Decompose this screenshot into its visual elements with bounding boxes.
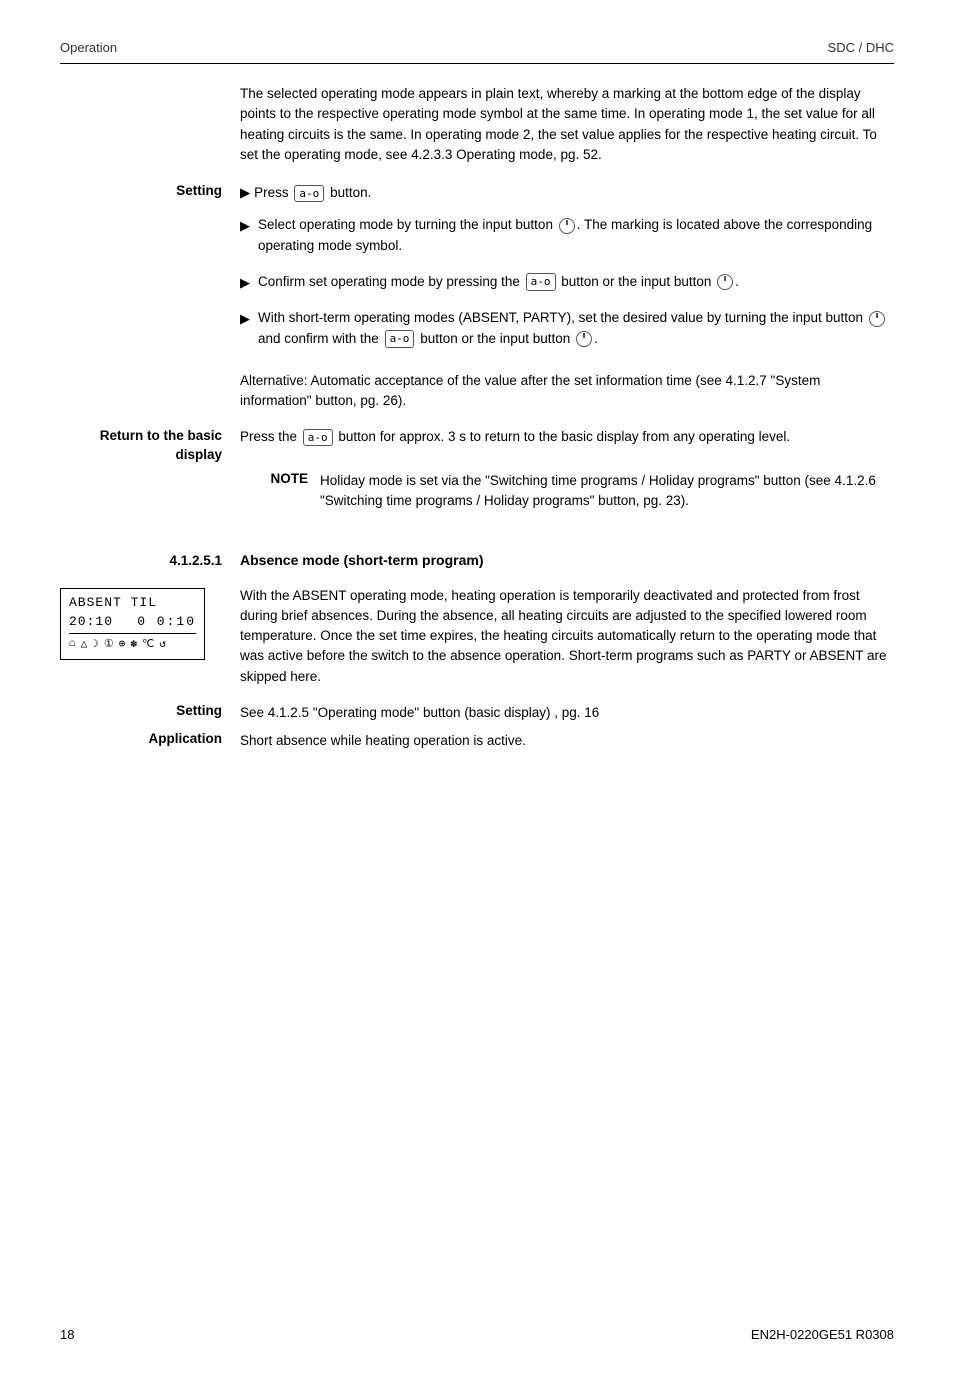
lcd-underline	[69, 633, 196, 634]
lcd-box-container: ABSENT TIL 20:10 0 0:10 ⌂ △ ☽ ① ⊕ ✽ ℃	[60, 586, 240, 660]
knob-icon-2	[717, 274, 733, 290]
btn-icon-3: a-o	[385, 330, 415, 347]
bullet-item-2: ▶ Confirm set operating mode by pressing…	[240, 272, 894, 293]
lcd-icon-celsius: ℃	[142, 637, 157, 651]
application-label: Application	[60, 731, 240, 751]
lcd-icon-holiday: ⊕	[119, 637, 129, 651]
doc-number: EN2H-0220GE51 R0308	[751, 1327, 894, 1342]
lcd-display: ABSENT TIL 20:10 0 0:10 ⌂ △ ☽ ① ⊕ ✽ ℃	[60, 588, 205, 660]
lcd-icon-person: △	[81, 637, 91, 651]
lcd-icon-star: ✽	[130, 637, 140, 651]
header: Operation SDC / DHC	[60, 40, 894, 55]
setting-press-row: Setting ▶ Press a-o button.	[60, 183, 894, 203]
lcd-icon-house: ⌂	[69, 638, 79, 650]
header-sdc: SDC / DHC	[828, 40, 894, 55]
header-divider	[60, 63, 894, 64]
setting-press-content: ▶ Press a-o button.	[240, 183, 894, 203]
return-label-line2: display	[60, 446, 222, 465]
bullet-row-1: ▶ Select operating mode by turning the i…	[60, 215, 894, 266]
bullet-text-1: Select operating mode by turning the inp…	[258, 215, 894, 256]
intro-paragraph: The selected operating mode appears in p…	[240, 84, 894, 165]
page: Operation SDC / DHC The selected operati…	[0, 0, 954, 1382]
lcd-time-right: 0 0:10	[137, 614, 196, 629]
footer: 18 EN2H-0220GE51 R0308	[60, 1327, 894, 1342]
absence-description: With the ABSENT operating mode, heating …	[240, 586, 894, 687]
bullet-row-2: ▶ Confirm set operating mode by pressing…	[60, 272, 894, 303]
lcd-icon-sun: ①	[104, 637, 117, 651]
content: The selected operating mode appears in p…	[60, 84, 894, 759]
bullet-content-2: ▶ Confirm set operating mode by pressing…	[240, 272, 894, 303]
note-label: NOTE	[240, 471, 320, 512]
return-content: Press the a-o button for approx. 3 s to …	[240, 427, 894, 465]
btn-label: button.	[330, 185, 371, 200]
section-number: 4.1.2.5.1	[60, 553, 240, 568]
bullet-label-1	[60, 215, 240, 266]
bullet-item-1: ▶ Select operating mode by turning the i…	[240, 215, 894, 256]
bullet-content-3: ▶ With short-term operating modes (ABSEN…	[240, 308, 894, 359]
section-header: 4.1.2.5.1 Absence mode (short-term progr…	[60, 552, 894, 568]
lcd-icon-party: ↺	[159, 637, 169, 651]
return-label-line1: Return to the basic	[60, 427, 222, 446]
bullet-text-3: With short-term operating modes (ABSENT,…	[258, 308, 894, 349]
press-text: Press	[254, 185, 289, 200]
bullet-row-3: ▶ With short-term operating modes (ABSEN…	[60, 308, 894, 359]
btn-icon-1: a-o	[294, 185, 324, 202]
application-row: Application Short absence while heating …	[60, 731, 894, 751]
note-content: Holiday mode is set via the "Switching t…	[320, 471, 894, 512]
setting2-label: Setting	[60, 703, 240, 723]
application-content: Short absence while heating operation is…	[240, 731, 894, 751]
setting2-row: Setting See 4.1.2.5 "Operating mode" but…	[60, 703, 894, 723]
knob-icon-1	[559, 218, 575, 234]
lcd-row1: ABSENT TIL	[69, 595, 196, 610]
bullet-arrow-3: ▶	[240, 309, 250, 329]
bullet-text-2: Confirm set operating mode by pressing t…	[258, 272, 739, 292]
btn-icon-return: a-o	[303, 429, 333, 446]
page-number: 18	[60, 1327, 74, 1342]
lcd-and-text: ABSENT TIL 20:10 0 0:10 ⌂ △ ☽ ① ⊕ ✽ ℃	[60, 586, 894, 687]
knob-icon-3	[869, 311, 885, 327]
return-row: Return to the basic display Press the a-…	[60, 427, 894, 465]
header-operation: Operation	[60, 40, 117, 55]
setting2-content: See 4.1.2.5 "Operating mode" button (bas…	[240, 703, 894, 723]
lcd-icon-moon: ☽	[92, 637, 102, 651]
lcd-time-left: 20:10	[69, 614, 113, 629]
lcd-row2: 20:10 0 0:10	[69, 614, 196, 629]
note-row: NOTE Holiday mode is set via the "Switch…	[240, 471, 894, 512]
return-label: Return to the basic display	[60, 427, 240, 465]
btn-icon-2: a-o	[526, 273, 556, 290]
bullet-content-1: ▶ Select operating mode by turning the i…	[240, 215, 894, 266]
knob-icon-4	[576, 331, 592, 347]
setting-label: Setting	[60, 183, 240, 198]
bullet-arrow-1: ▶	[240, 216, 250, 236]
bullet-arrow-2: ▶	[240, 273, 250, 293]
lcd-icons: ⌂ △ ☽ ① ⊕ ✽ ℃ ↺	[69, 637, 196, 651]
alternative-text: Alternative: Automatic acceptance of the…	[240, 371, 894, 412]
bullet-item-3: ▶ With short-term operating modes (ABSEN…	[240, 308, 894, 349]
section-title: Absence mode (short-term program)	[240, 552, 483, 568]
bullet-label-2	[60, 272, 240, 303]
bullet-label-3	[60, 308, 240, 359]
